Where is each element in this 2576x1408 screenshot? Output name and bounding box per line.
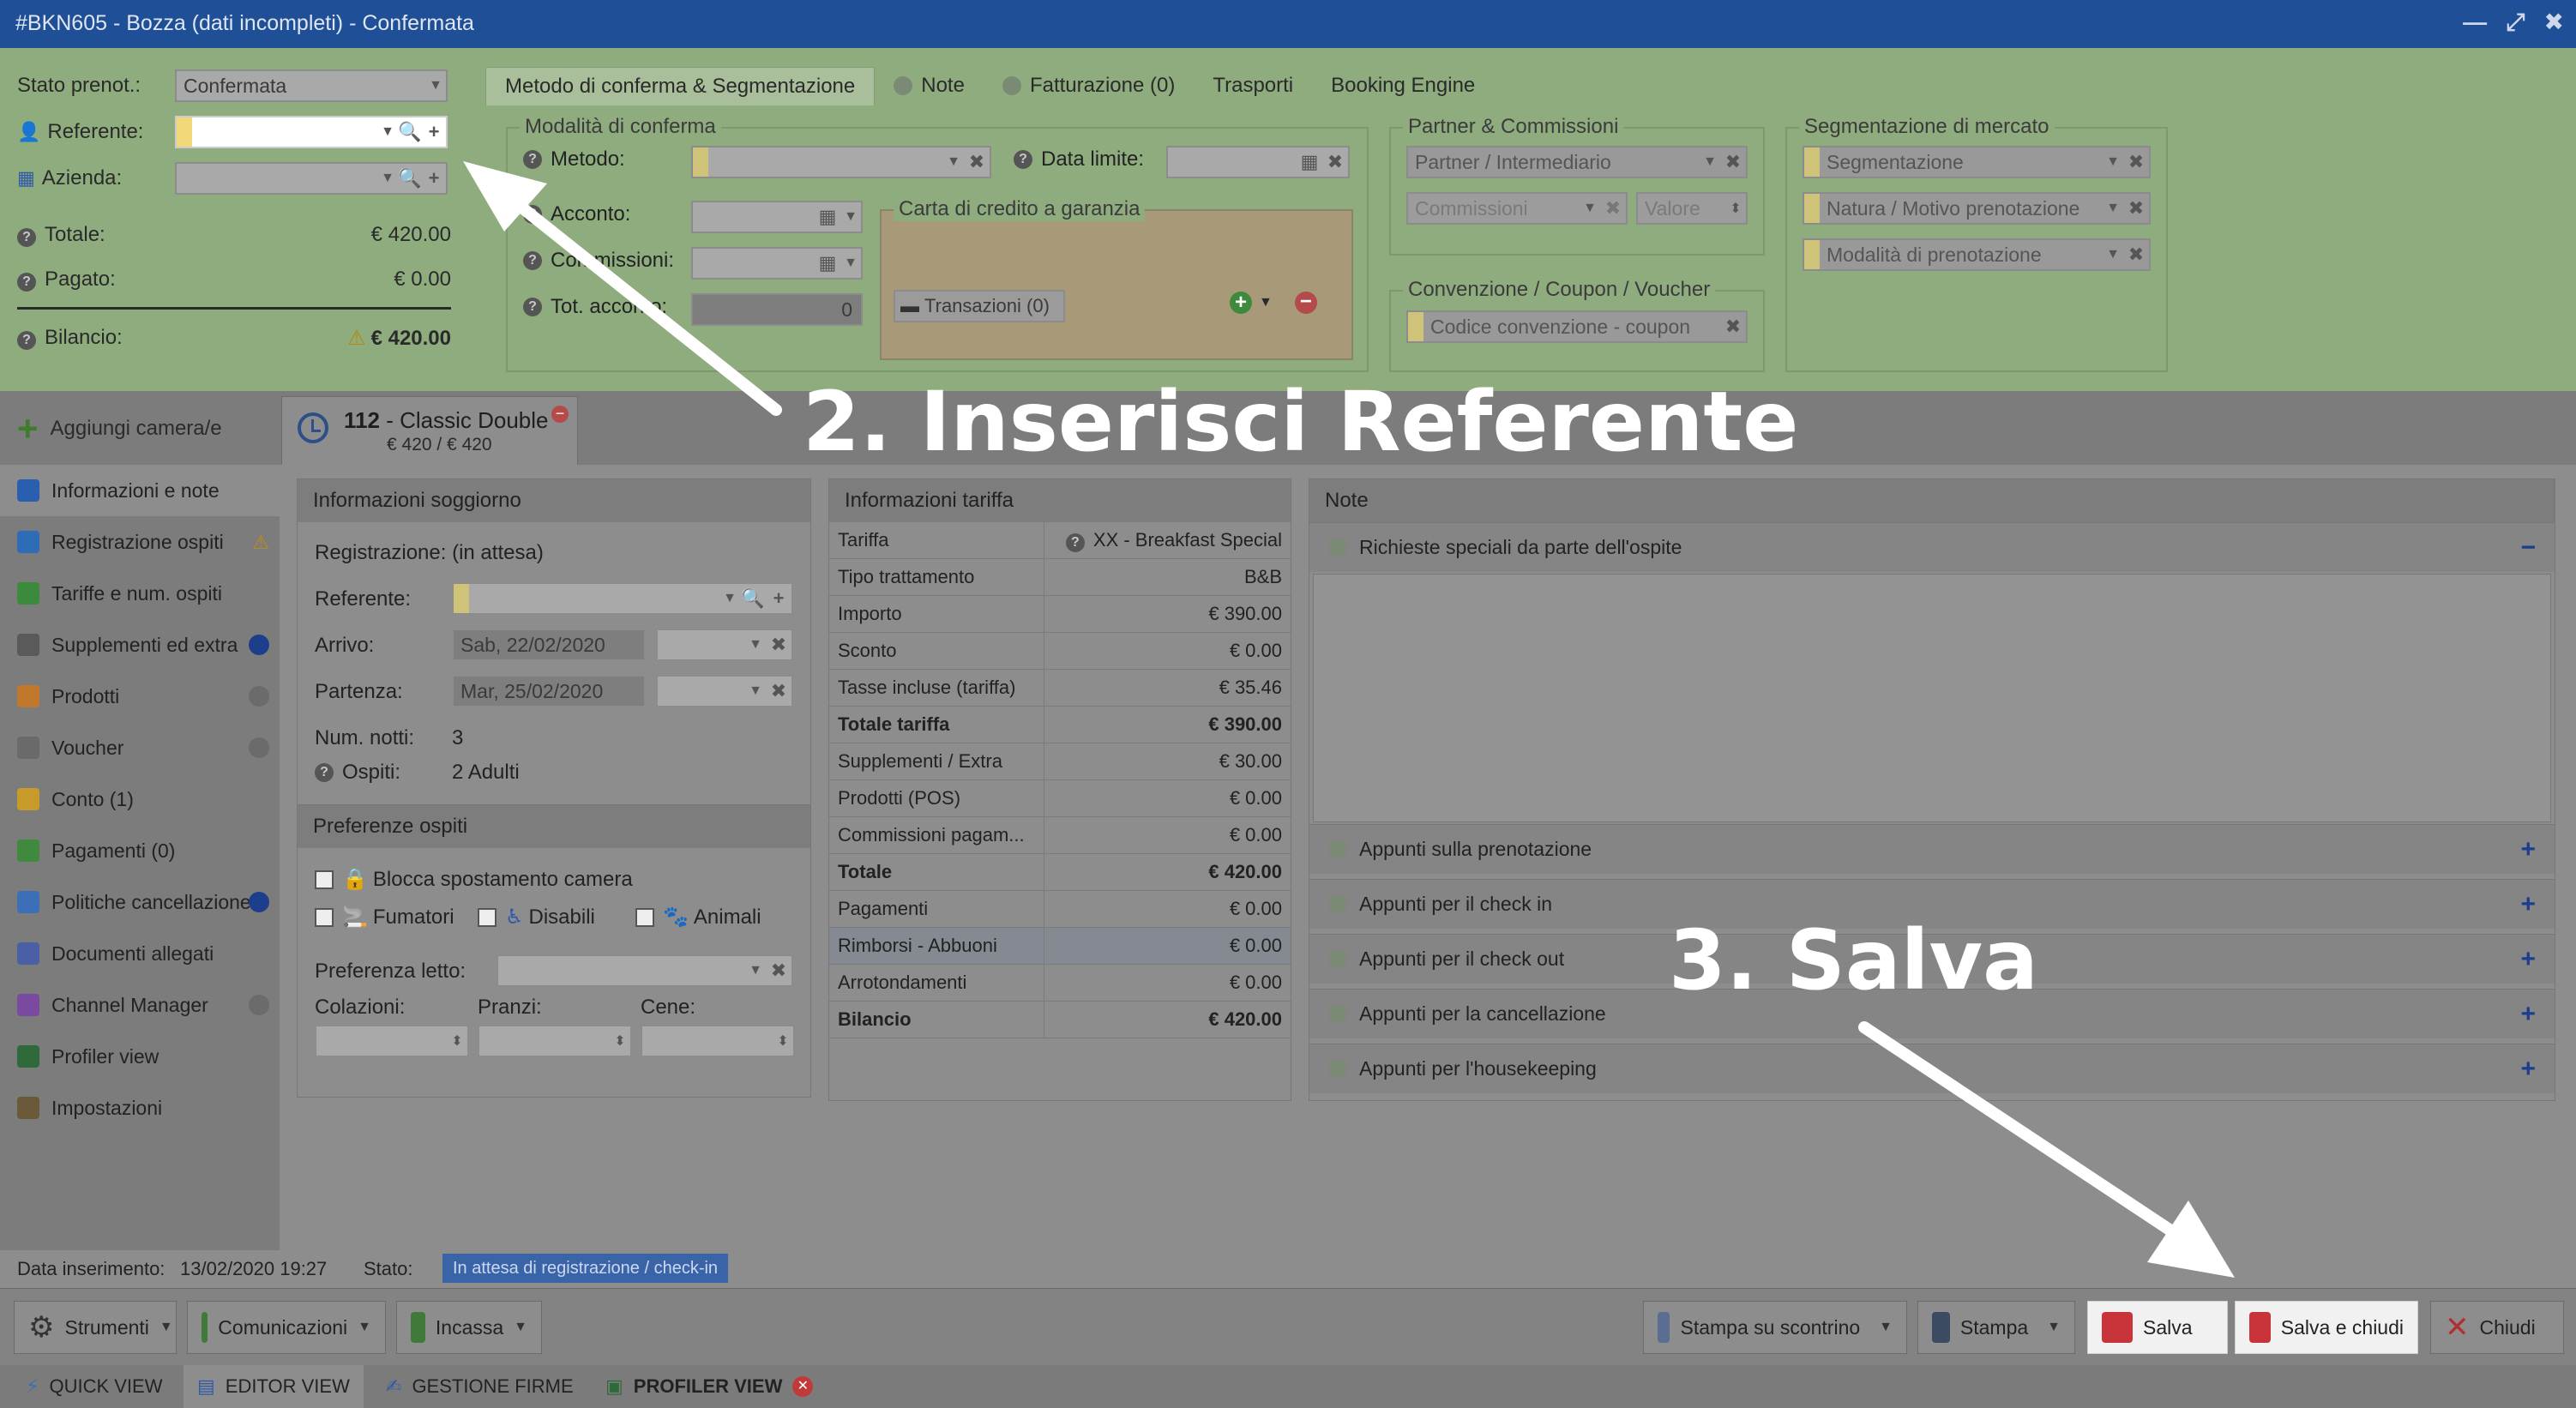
arrow-to-referente: [505, 193, 782, 416]
arrow-to-salva: [1858, 1021, 2191, 1246]
booking-editor-window: #BKN605 - Bozza (dati incompleti) - Conf…: [0, 0, 2576, 1408]
arrow-head: [2147, 1200, 2235, 1278]
annotation-arrows: [463, 161, 2235, 1278]
annotation-step-3: 3. Salva: [1669, 912, 2038, 1008]
annotation-step-2: 2. Inserisci Referente: [803, 374, 1799, 470]
